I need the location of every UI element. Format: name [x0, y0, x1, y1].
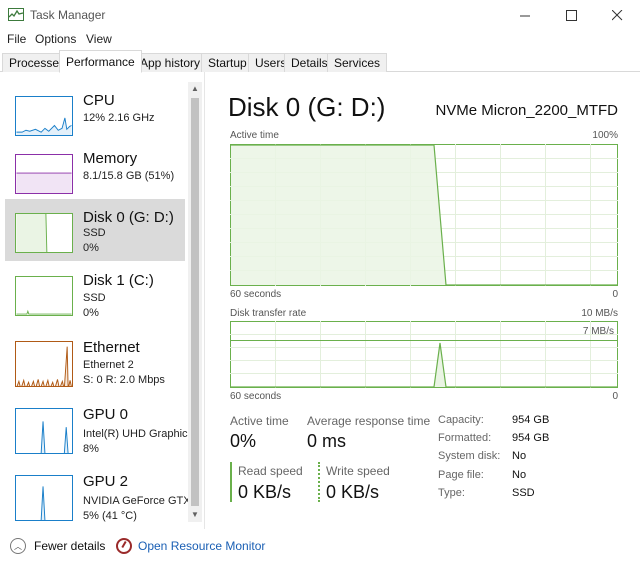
- resource-subtitle: Intel(R) UHD Graphics: [83, 428, 193, 440]
- type-label: Type:: [438, 487, 465, 499]
- active-time-x-left: 60 seconds: [230, 289, 282, 300]
- type-value: SSD: [512, 487, 535, 499]
- system-disk-label: System disk:: [438, 450, 501, 462]
- resource-title: Disk 0 (G: D:): [83, 209, 174, 226]
- scrollbar-thumb[interactable]: [191, 98, 199, 506]
- read-speed-label: Read speed: [238, 464, 303, 478]
- tab-startup[interactable]: Startup: [201, 53, 254, 72]
- average-response-time-value: 0 ms: [307, 431, 347, 451]
- minimize-icon: [519, 15, 530, 16]
- active-time-chart-label: Active time: [230, 130, 279, 141]
- resource-subtitle: NVIDIA GeForce GTX: [83, 495, 191, 507]
- resource-subtitle: 12% 2.16 GHz: [83, 112, 155, 124]
- system-disk-value: No: [512, 450, 527, 462]
- gpu-0-thumbnail-graph: [15, 408, 73, 454]
- resource-disk-0[interactable]: Disk 0 (G: D:) SSD 0%: [5, 199, 185, 261]
- tab-services[interactable]: Services: [327, 53, 388, 72]
- read-speed-indicator: [230, 462, 232, 502]
- formatted-label: Formatted:: [438, 432, 492, 444]
- menu-bar: File Options View: [0, 30, 640, 50]
- resource-title: GPU 0: [83, 406, 129, 423]
- read-speed-value: 0 KB/s: [238, 482, 292, 502]
- resource-monitor-icon: [116, 538, 132, 554]
- transfer-rate-x-left: 60 seconds: [230, 391, 282, 402]
- page-file-value: No: [512, 469, 527, 481]
- capacity-value: 954 GB: [512, 414, 550, 426]
- disk-0-thumbnail-graph: [15, 213, 73, 253]
- resource-gpu-0[interactable]: GPU 0 Intel(R) UHD Graphics 8%: [5, 396, 193, 458]
- menu-options[interactable]: Options: [35, 32, 76, 46]
- menu-file[interactable]: File: [7, 32, 26, 46]
- maximize-button[interactable]: [548, 0, 594, 30]
- resource-throughput: S: 0 R: 2.0 Mbps: [83, 374, 165, 386]
- transfer-rate-reference-label: 7 MB/s: [582, 326, 614, 337]
- fewer-details-button[interactable]: ︿ Fewer details: [10, 538, 105, 554]
- chevron-up-icon: ︿: [10, 538, 26, 554]
- resource-title: Memory: [83, 150, 138, 167]
- disk-model: NVMe Micron_2200_MTFD: [435, 102, 618, 119]
- resource-list-scrollbar[interactable]: ▲ ▼: [188, 82, 202, 522]
- cpu-thumbnail-graph: [15, 96, 73, 136]
- resource-usage: 0%: [83, 307, 99, 319]
- write-speed-indicator: [318, 462, 320, 502]
- task-manager-icon: [8, 8, 24, 21]
- gpu-2-thumbnail-graph: [15, 475, 73, 521]
- open-resource-monitor-label: Open Resource Monitor: [138, 539, 266, 553]
- active-time-graph: [230, 144, 618, 286]
- disk-detail-pane: Disk 0 (G: D:) NVMe Micron_2200_MTFD Act…: [206, 72, 640, 529]
- tab-performance[interactable]: Performance: [59, 50, 142, 73]
- resource-disk-1[interactable]: Disk 1 (C:) SSD 0%: [5, 262, 185, 324]
- resource-usage: 8%: [83, 443, 99, 455]
- capacity-label: Capacity:: [438, 414, 484, 426]
- resource-memory[interactable]: Memory 8.1/15.8 GB (51%): [5, 140, 185, 202]
- active-time-label: Active time: [230, 414, 289, 428]
- resource-title: Ethernet: [83, 339, 140, 356]
- average-response-time-label: Average response time: [307, 414, 431, 428]
- resource-title: Disk 1 (C:): [83, 272, 154, 289]
- menu-view[interactable]: View: [86, 32, 112, 46]
- resource-ethernet[interactable]: Ethernet Ethernet 2 S: 0 R: 2.0 Mbps: [5, 329, 185, 391]
- page-file-label: Page file:: [438, 469, 484, 481]
- transfer-rate-chart-max: 10 MB/s: [581, 308, 618, 319]
- disk-title: Disk 0 (G: D:): [228, 92, 386, 122]
- active-time-x-right: 0: [612, 289, 618, 300]
- close-icon: [611, 9, 622, 20]
- maximize-icon: [565, 9, 577, 21]
- resource-gpu-2[interactable]: GPU 2 NVIDIA GeForce GTX 5% (41 °C): [5, 463, 191, 525]
- window-title: Task Manager: [30, 8, 106, 22]
- active-time-value: 0%: [230, 431, 257, 451]
- title-bar: Task Manager: [0, 0, 640, 30]
- fewer-details-label: Fewer details: [34, 539, 106, 553]
- scroll-down-arrow-icon[interactable]: ▼: [188, 508, 202, 522]
- scroll-up-arrow-icon[interactable]: ▲: [188, 82, 202, 96]
- tab-app-history[interactable]: App history: [133, 53, 208, 72]
- resource-subtitle: SSD: [83, 227, 106, 239]
- footer: ︿ Fewer details Open Resource Monitor: [0, 529, 640, 569]
- ethernet-thumbnail-graph: [15, 341, 73, 387]
- write-speed-value: 0 KB/s: [326, 482, 380, 502]
- resource-title: GPU 2: [83, 473, 129, 490]
- transfer-rate-x-right: 0: [612, 391, 618, 402]
- resource-title: CPU: [83, 92, 115, 109]
- resource-subtitle: 8.1/15.8 GB (51%): [83, 170, 175, 182]
- write-speed-label: Write speed: [326, 464, 390, 478]
- close-button[interactable]: [594, 0, 640, 30]
- resource-subtitle: Ethernet 2: [83, 359, 134, 371]
- resource-list: CPU 12% 2.16 GHz Memory 8.1/15.8 GB (51%…: [0, 72, 205, 529]
- tab-bar: Processes Performance App history Startu…: [0, 50, 640, 73]
- memory-thumbnail-graph: [15, 154, 73, 194]
- transfer-rate-graph: [230, 321, 618, 388]
- transfer-rate-chart-label: Disk transfer rate: [230, 308, 307, 319]
- formatted-value: 954 GB: [512, 432, 550, 444]
- open-resource-monitor-link[interactable]: Open Resource Monitor: [116, 538, 265, 554]
- minimize-button[interactable]: [502, 0, 548, 30]
- disk-1-thumbnail-graph: [15, 276, 73, 316]
- resource-usage: 0%: [83, 242, 99, 254]
- resource-usage: 5% (41 °C): [83, 510, 137, 522]
- active-time-chart-max: 100%: [592, 130, 618, 141]
- resource-subtitle: SSD: [83, 292, 106, 304]
- resource-cpu[interactable]: CPU 12% 2.16 GHz: [5, 82, 185, 144]
